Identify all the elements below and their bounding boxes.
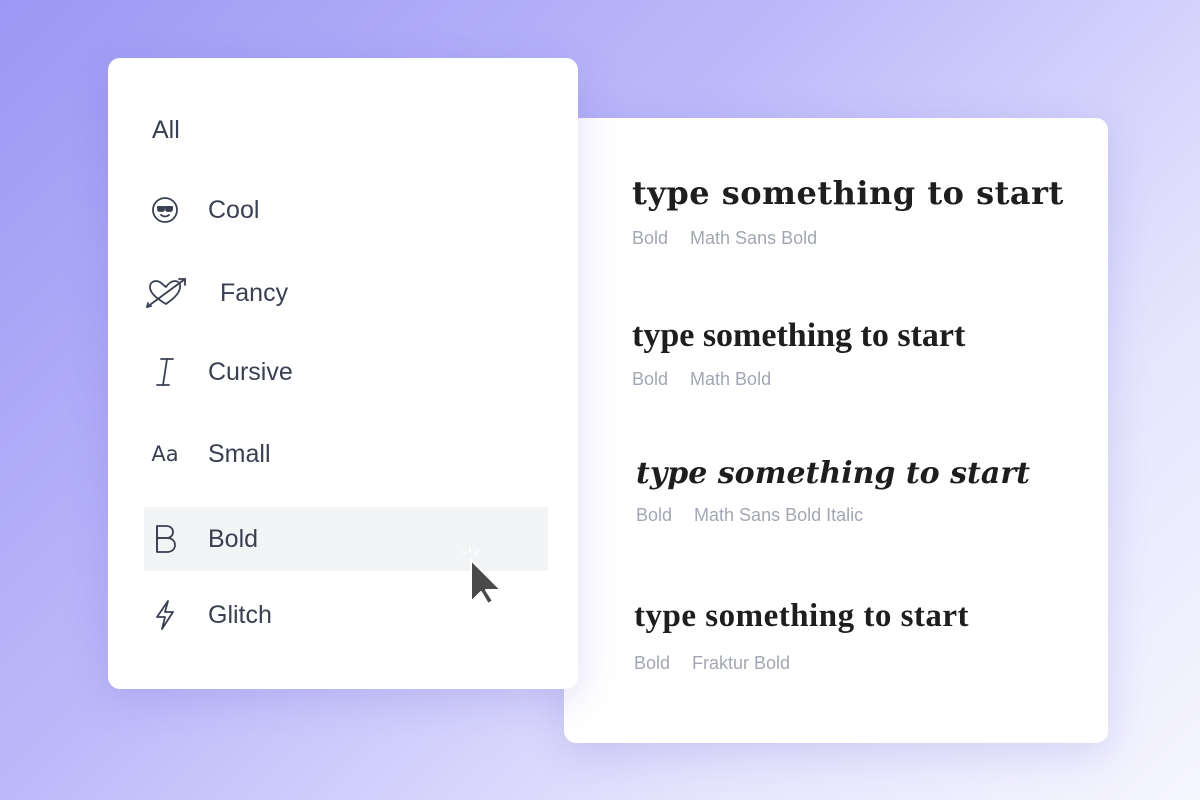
- menu-item-label: Fancy: [220, 278, 289, 307]
- italic-i-icon: [150, 357, 180, 387]
- menu-item-label: All: [152, 115, 180, 144]
- tag-font-name: Math Bold: [690, 369, 772, 389]
- menu-item-label: Bold: [208, 524, 259, 553]
- menu-item-cool[interactable]: Cool: [144, 178, 548, 242]
- tag-font-name: Fraktur Bold: [692, 653, 791, 673]
- lightning-icon: [150, 600, 180, 630]
- preview-tags: Bold Math Sans Bold: [632, 228, 1092, 249]
- bold-b-icon: [150, 524, 180, 554]
- preview-item[interactable]: type something to start Bold Math Sans B…: [636, 456, 1096, 526]
- preview-text[interactable]: type something to start: [636, 456, 1096, 491]
- tag-category: Bold: [634, 653, 671, 673]
- preview-text[interactable]: type something to start: [634, 598, 1094, 635]
- menu-item-cursive[interactable]: Cursive: [144, 340, 548, 404]
- sunglasses-face-icon: [150, 195, 180, 225]
- preview-item[interactable]: type something to start Bold Math Bold: [632, 317, 1092, 390]
- text-size-aa-icon: Aa: [151, 442, 179, 466]
- tag-category: Bold: [632, 228, 669, 248]
- menu-item-fancy[interactable]: Fancy: [144, 261, 548, 325]
- preview-tags: Bold Math Sans Bold Italic: [636, 505, 1096, 526]
- tag-font-name: Math Sans Bold: [690, 228, 818, 248]
- tag-font-name: Math Sans Bold Italic: [694, 505, 864, 525]
- preview-item[interactable]: type something to start Bold Fraktur Bol…: [634, 598, 1094, 674]
- mouse-cursor-icon: [461, 546, 510, 611]
- preview-item[interactable]: type something to start Bold Math Sans B…: [632, 174, 1092, 249]
- preview-tags: Bold Math Bold: [632, 369, 1092, 390]
- preview-text[interactable]: type something to start: [632, 174, 1092, 212]
- heart-arrow-icon: [144, 278, 188, 308]
- preview-text[interactable]: type something to start: [632, 317, 1092, 355]
- menu-item-label: Cool: [208, 195, 260, 224]
- menu-item-label: Glitch: [208, 600, 272, 629]
- tag-category: Bold: [636, 505, 673, 525]
- font-preview-panel: type something to start Bold Math Sans B…: [564, 118, 1108, 743]
- menu-item-small[interactable]: Aa Small: [144, 422, 548, 486]
- preview-tags: Bold Fraktur Bold: [634, 653, 1094, 674]
- menu-item-label: Small: [208, 439, 271, 468]
- menu-item-label: Cursive: [208, 357, 293, 386]
- menu-item-all[interactable]: All: [144, 98, 548, 162]
- tag-category: Bold: [632, 369, 669, 389]
